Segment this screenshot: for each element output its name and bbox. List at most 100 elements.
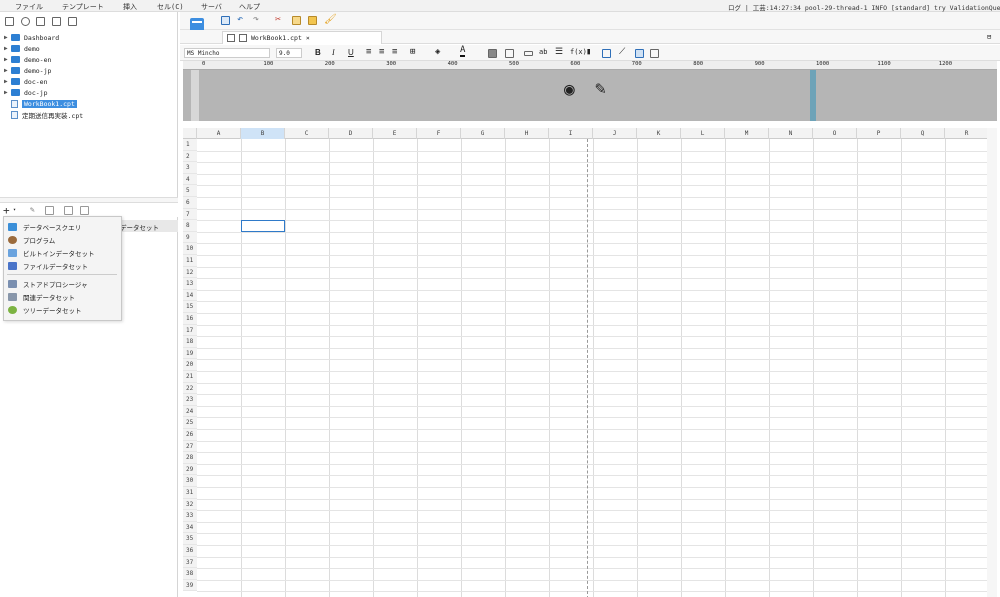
eye-off-icon[interactable]: ◉ — [564, 79, 575, 100]
expand-arrow-icon[interactable]: ▶ — [4, 56, 11, 63]
tree-folder[interactable]: ▶ Dashboard — [4, 32, 59, 43]
column-header-b[interactable]: B — [241, 128, 285, 139]
refresh-icon[interactable] — [21, 17, 30, 26]
chart-icon[interactable]: ▮ — [586, 47, 591, 57]
tree-folder[interactable]: ▶ doc-jp — [4, 87, 47, 98]
expand-arrow-icon[interactable]: ▶ — [4, 89, 11, 96]
spreadsheet-grid[interactable]: ABCDEFGHIJKLMNOPQR 1 2 3 4 5 6 7 8 9 10 11 12 13 14 15… — [183, 128, 997, 597]
row-header[interactable]: 16 — [183, 313, 197, 325]
page-boundary-marker[interactable] — [810, 70, 816, 121]
column-header-j[interactable]: J — [593, 128, 637, 139]
redo-icon[interactable]: ↷ — [253, 14, 259, 25]
row-header[interactable]: 20 — [183, 359, 197, 371]
row-header[interactable]: 35 — [183, 533, 197, 545]
column-header-d[interactable]: D — [329, 128, 373, 139]
menu-insert[interactable]: 挿入 — [123, 2, 137, 12]
merge-icon[interactable] — [488, 49, 497, 58]
column-header-e[interactable]: E — [373, 128, 417, 139]
frame-icon[interactable] — [650, 49, 659, 58]
column-header-h[interactable]: H — [505, 128, 549, 139]
open-icon[interactable] — [36, 17, 45, 26]
new-folder-icon[interactable] — [5, 17, 14, 26]
menu-item-builtin[interactable]: ビルトインデータセット — [8, 247, 95, 259]
paragraph-icon[interactable]: ☰ — [555, 47, 563, 57]
column-header-k[interactable]: K — [637, 128, 681, 139]
align-left-icon[interactable]: ≡ — [366, 47, 371, 57]
row-header[interactable]: 33 — [183, 510, 197, 522]
tab-menu-icon[interactable]: ⊟ — [987, 33, 991, 41]
delete-icon[interactable] — [68, 17, 77, 26]
row-header[interactable]: 8 — [183, 220, 197, 232]
column-header-a[interactable]: A — [197, 128, 241, 139]
menu-item-file[interactable]: ファイルデータセット — [8, 260, 88, 272]
row-header[interactable]: 2 — [183, 150, 197, 163]
save-icon[interactable] — [221, 16, 230, 25]
row-header[interactable]: 23 — [183, 394, 197, 406]
column-header-r[interactable]: R — [945, 128, 989, 139]
menu-item-program[interactable]: プログラム — [8, 234, 55, 246]
row-header[interactable]: 34 — [183, 521, 197, 534]
tree-file[interactable]: WorkBook1.cpt — [4, 98, 77, 109]
vertical-scrollbar[interactable] — [987, 128, 997, 597]
tree-folder[interactable]: ▶ demo-en — [4, 54, 51, 65]
image-icon[interactable] — [52, 17, 61, 26]
row-header[interactable]: 1 — [183, 139, 197, 151]
trash-icon[interactable] — [45, 206, 54, 215]
menu-item-related[interactable]: 関連データセット — [8, 291, 75, 303]
row-header[interactable]: 14 — [183, 289, 197, 302]
row-header[interactable]: 29 — [183, 463, 197, 476]
border-icon[interactable]: ⊞ — [410, 47, 415, 57]
row-header[interactable]: 7 — [183, 208, 197, 221]
menu-item-stored-proc[interactable]: ストアドプロシージャ — [8, 278, 88, 290]
row-header[interactable]: 19 — [183, 347, 197, 360]
row-header[interactable]: 39 — [183, 579, 197, 592]
selected-cell[interactable] — [241, 220, 285, 232]
italic-button[interactable]: I — [332, 48, 335, 57]
subreport-icon[interactable] — [635, 49, 644, 58]
column-header-m[interactable]: M — [725, 128, 769, 139]
column-header-c[interactable]: C — [285, 128, 329, 139]
row-header[interactable]: 3 — [183, 162, 197, 174]
font-color-icon[interactable]: A — [460, 46, 466, 57]
menu-template[interactable]: テンプレート — [62, 2, 104, 12]
field-icon[interactable] — [524, 51, 533, 56]
row-header[interactable]: 21 — [183, 371, 197, 383]
row-header[interactable]: 4 — [183, 173, 197, 186]
column-header-n[interactable]: N — [769, 128, 813, 139]
row-header[interactable]: 28 — [183, 452, 197, 464]
align-center-icon[interactable]: ≡ — [379, 47, 384, 57]
tab-close-icon[interactable]: × — [306, 34, 310, 42]
row-header[interactable]: 10 — [183, 243, 197, 255]
row-header[interactable]: 24 — [183, 405, 197, 418]
slash-icon[interactable]: ⟋ — [619, 47, 625, 57]
paste-icon[interactable] — [308, 16, 317, 25]
formula-icon[interactable]: f(x) — [570, 48, 587, 56]
row-header[interactable]: 12 — [183, 266, 197, 279]
select-all-corner[interactable] — [183, 128, 197, 139]
tree-file[interactable]: 定期送信再実装.cpt — [4, 109, 83, 120]
row-header[interactable]: 25 — [183, 417, 197, 429]
bold-button[interactable]: B — [315, 48, 321, 57]
copy-icon[interactable] — [292, 16, 301, 25]
row-header[interactable]: 22 — [183, 382, 197, 395]
row-header[interactable]: 27 — [183, 440, 197, 453]
undo-icon[interactable]: ↶ — [237, 14, 243, 25]
row-header[interactable]: 13 — [183, 278, 197, 290]
row-header[interactable]: 5 — [183, 185, 197, 197]
row-header[interactable]: 38 — [183, 568, 197, 580]
menu-file[interactable]: ファイル — [15, 2, 43, 12]
column-header-i[interactable]: I — [549, 128, 593, 139]
menu-item-db-query[interactable]: データベースクエリ — [8, 221, 81, 233]
column-header-l[interactable]: L — [681, 128, 725, 139]
expand-arrow-icon[interactable]: ▶ — [4, 34, 11, 41]
menu-help[interactable]: ヘルプ — [239, 2, 260, 12]
tree-folder[interactable]: ▶ demo — [4, 43, 40, 54]
row-header[interactable]: 30 — [183, 475, 197, 487]
expand-arrow-icon[interactable]: ▶ — [4, 78, 11, 85]
row-header[interactable]: 17 — [183, 324, 197, 337]
font-size-select[interactable]: 9.0 — [276, 48, 302, 58]
cut-icon[interactable]: ✂ — [275, 14, 281, 25]
row-header[interactable]: 36 — [183, 545, 197, 557]
picture-icon[interactable] — [602, 49, 611, 58]
row-header[interactable]: 15 — [183, 301, 197, 313]
